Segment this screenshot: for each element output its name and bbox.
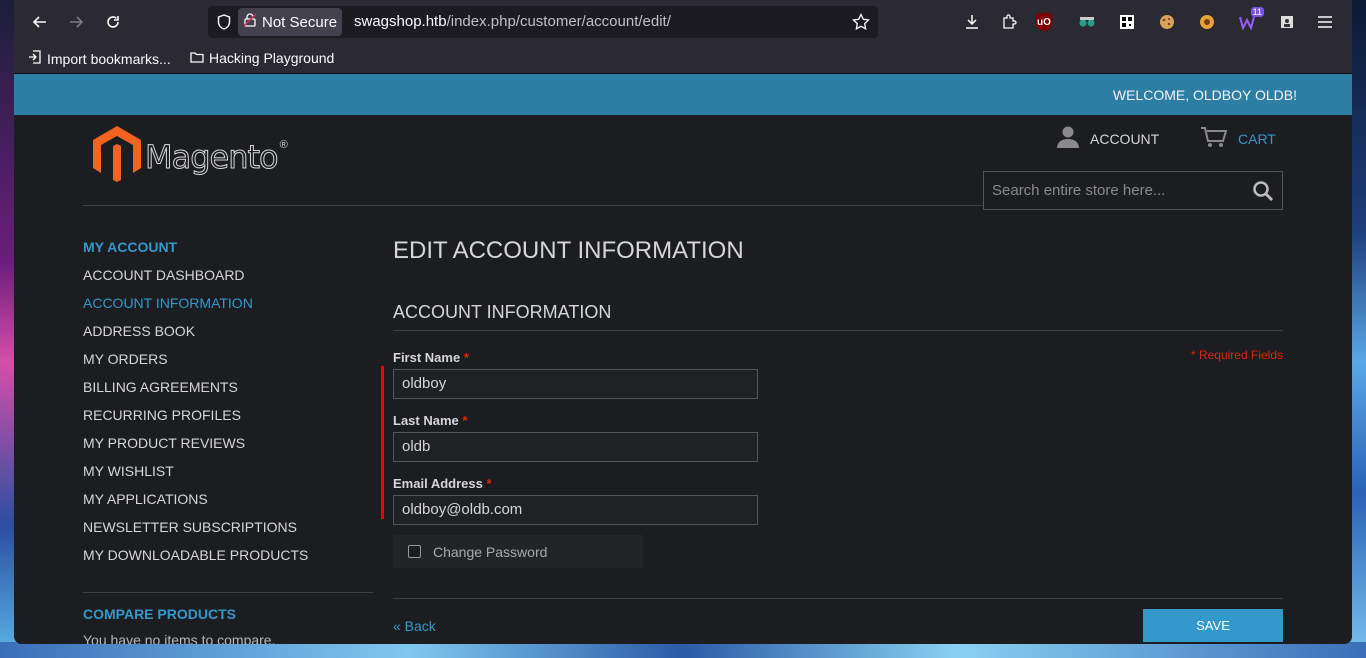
extensions-puzzle-icon[interactable]: [998, 11, 1020, 33]
cart-label: CART: [1238, 130, 1276, 147]
change-password-label: Change Password: [433, 543, 548, 560]
url-bar[interactable]: Not Secure swagshop.htb/index.php/custom…: [208, 6, 878, 38]
sidebar-item-my-wishlist[interactable]: MY WISHLIST: [83, 463, 373, 491]
sidebar-item-my-product-reviews[interactable]: MY PRODUCT REVIEWS: [83, 435, 373, 463]
bookmarks-toolbar: Import bookmarks... Hacking Playground: [14, 44, 1352, 74]
ublock-origin-icon[interactable]: uO: [1036, 13, 1052, 31]
desktop-wallpaper-left: [0, 0, 14, 658]
back-arrow-icon[interactable]: [26, 8, 54, 36]
bookmark-import[interactable]: Import bookmarks...: [28, 50, 171, 67]
bookmark-folder-hacking-playground[interactable]: Hacking Playground: [190, 50, 334, 66]
extension-count-badge: 11: [1250, 7, 1264, 17]
save-button[interactable]: SAVE: [1143, 609, 1283, 642]
first-name-label-text: First Name: [393, 350, 461, 365]
import-icon: [28, 50, 42, 67]
magento-logo-text: Magento: [145, 137, 280, 176]
browser-window: Not Secure swagshop.htb/index.php/custom…: [14, 0, 1352, 644]
sidebar-item-account-information[interactable]: ACCOUNT INFORMATION: [83, 295, 373, 323]
forward-arrow-icon[interactable]: [62, 8, 90, 36]
sidebar-item-account-dashboard[interactable]: ACCOUNT DASHBOARD: [83, 267, 373, 295]
search-icon[interactable]: [1252, 180, 1274, 202]
required-asterisk: *: [462, 413, 468, 428]
last-name-input[interactable]: oldb: [393, 432, 758, 462]
compare-products-title: COMPARE PRODUCTS: [83, 606, 236, 622]
page-title: EDIT ACCOUNT INFORMATION: [393, 237, 744, 264]
back-link[interactable]: « Back: [393, 618, 436, 634]
url-host: swagshop.htb: [354, 13, 447, 30]
sidebar-item-address-book[interactable]: ADDRESS BOOK: [83, 323, 373, 351]
validation-bar: [381, 366, 384, 519]
registered-mark: ®: [279, 138, 288, 151]
hamburger-menu-icon[interactable]: [1314, 11, 1336, 33]
welcome-message: WELCOME, OLDBOY OLDB!: [1112, 87, 1297, 103]
bookmark-star-icon[interactable]: [850, 11, 872, 33]
folder-icon: [190, 50, 204, 66]
required-fields-note: * Required Fields: [1190, 348, 1283, 362]
last-name-label: Last Name *: [393, 413, 467, 428]
compare-products-empty-text: You have no items to compare.: [83, 632, 276, 644]
magento-logo-icon: [91, 124, 143, 189]
spy-glasses-extension-icon[interactable]: [1076, 11, 1098, 33]
cart-link[interactable]: CART: [1200, 126, 1276, 151]
not-secure-indicator[interactable]: Not Secure: [238, 8, 342, 36]
bookmark-label: Import bookmarks...: [47, 50, 171, 67]
wappalyzer-extension-icon[interactable]: 11: [1236, 7, 1264, 33]
change-password-option[interactable]: Change Password: [393, 535, 643, 568]
store-search: [983, 171, 1283, 210]
broken-lock-icon: [243, 12, 257, 32]
qr-code-extension-icon[interactable]: [1116, 11, 1138, 33]
change-password-checkbox[interactable]: [408, 545, 421, 558]
last-name-label-text: Last Name: [393, 413, 459, 428]
browser-toolbar: Not Secure swagshop.htb/index.php/custom…: [14, 0, 1352, 44]
sidebar-divider: [83, 592, 373, 593]
cookie-editor-extension-icon[interactable]: [1196, 11, 1218, 33]
not-secure-label: Not Secure: [262, 13, 338, 31]
url-path: /index.php/customer/account/edit/: [446, 13, 671, 30]
header-divider: [83, 205, 983, 206]
required-asterisk: *: [463, 350, 469, 365]
container-extension-icon[interactable]: [1276, 11, 1298, 33]
email-label: Email Address *: [393, 476, 492, 491]
sidebar-item-recurring-profiles[interactable]: RECURRING PROFILES: [83, 407, 373, 435]
web-page: WELCOME, OLDBOY OLDB! Magento ® ACCOUNT …: [14, 74, 1352, 644]
desktop-wallpaper-bottom: [0, 642, 1366, 658]
form-footer-divider: [393, 598, 1283, 599]
section-divider: [393, 330, 1283, 331]
sidebar-title: MY ACCOUNT: [83, 239, 178, 255]
sidebar-item-billing-agreements[interactable]: BILLING AGREEMENTS: [83, 379, 373, 407]
email-input[interactable]: oldboy@oldb.com: [393, 495, 758, 525]
sidebar-item-my-orders[interactable]: MY ORDERS: [83, 351, 373, 379]
bookmark-label: Hacking Playground: [209, 50, 335, 66]
search-input[interactable]: [984, 172, 1244, 209]
welcome-bar: WELCOME, OLDBOY OLDB!: [14, 74, 1352, 115]
first-name-label: First Name *: [393, 350, 469, 365]
section-title: ACCOUNT INFORMATION: [393, 302, 612, 322]
first-name-input[interactable]: oldboy: [393, 369, 758, 399]
email-label-text: Email Address: [393, 476, 483, 491]
magento-logo[interactable]: Magento ®: [91, 124, 288, 189]
download-icon[interactable]: [961, 11, 983, 33]
account-label: ACCOUNT: [1090, 130, 1160, 147]
sidebar-item-my-downloadable-products[interactable]: MY DOWNLOADABLE PRODUCTS: [83, 547, 373, 575]
required-asterisk: *: [486, 476, 492, 491]
sidebar-item-newsletter-subscriptions[interactable]: NEWSLETTER SUBSCRIPTIONS: [83, 519, 373, 547]
account-sidebar: MY ACCOUNT ACCOUNT DASHBOARD ACCOUNT INF…: [83, 239, 373, 575]
user-icon: [1056, 126, 1080, 151]
cart-icon: [1200, 126, 1228, 151]
url-text[interactable]: swagshop.htb/index.php/customer/account/…: [354, 13, 671, 30]
shield-icon[interactable]: [214, 12, 234, 32]
account-link[interactable]: ACCOUNT: [1056, 126, 1159, 151]
sidebar-item-my-applications[interactable]: MY APPLICATIONS: [83, 491, 373, 519]
cookie-extension-icon[interactable]: [1156, 11, 1178, 33]
desktop-wallpaper-right: [1352, 0, 1366, 658]
reload-icon[interactable]: [99, 8, 127, 36]
